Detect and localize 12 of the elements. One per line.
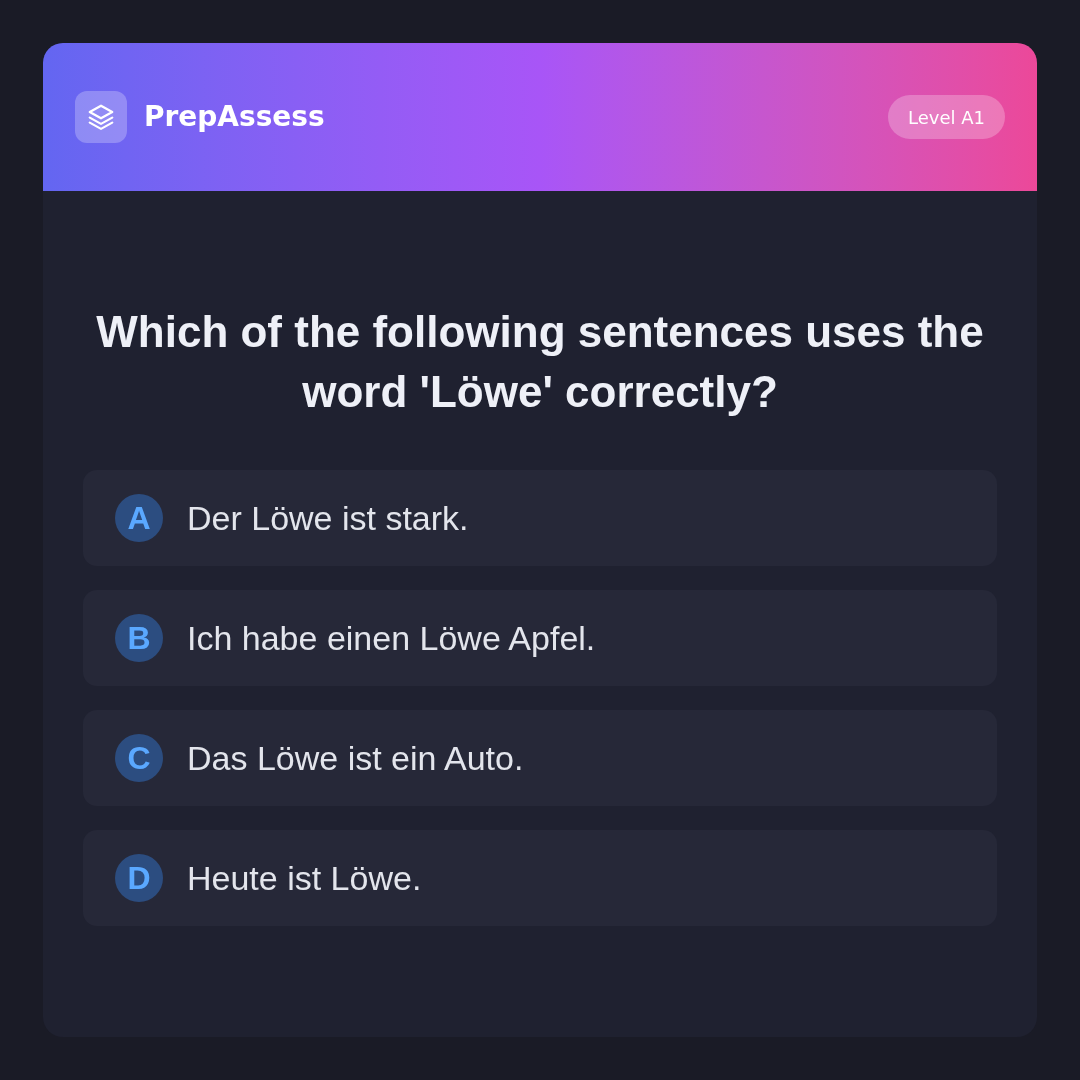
- option-letter: C: [115, 734, 163, 782]
- answer-option[interactable]: C Das Löwe ist ein Auto.: [83, 710, 997, 806]
- layers-icon: [75, 91, 127, 143]
- answer-option[interactable]: B Ich habe einen Löwe Apfel.: [83, 590, 997, 686]
- option-letter: A: [115, 494, 163, 542]
- question-text: Which of the following sentences uses the word 'Löwe' correctly?: [95, 306, 985, 418]
- answer-option[interactable]: A Der Löwe ist stark.: [83, 470, 997, 566]
- option-letter: D: [115, 854, 163, 902]
- app-title: PrepAssess: [144, 103, 325, 131]
- level-tag: Level A1: [888, 95, 1005, 139]
- answer-option[interactable]: D Heute ist Löwe.: [83, 830, 997, 926]
- option-letter: B: [115, 614, 163, 662]
